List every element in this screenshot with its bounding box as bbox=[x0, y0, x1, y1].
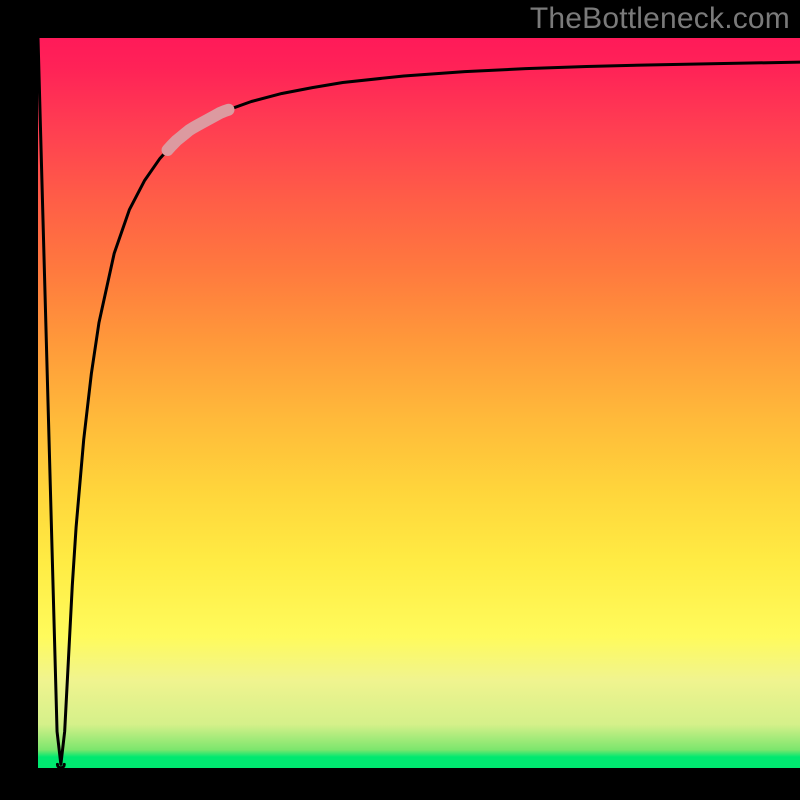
curve-svg bbox=[38, 38, 800, 768]
watermark-text: TheBottleneck.com bbox=[530, 2, 790, 36]
bottleneck-curve-line bbox=[38, 38, 800, 764]
chart-frame: TheBottleneck.com bbox=[0, 0, 800, 800]
curve-highlight-segment bbox=[168, 110, 229, 150]
plot-area bbox=[38, 38, 800, 768]
